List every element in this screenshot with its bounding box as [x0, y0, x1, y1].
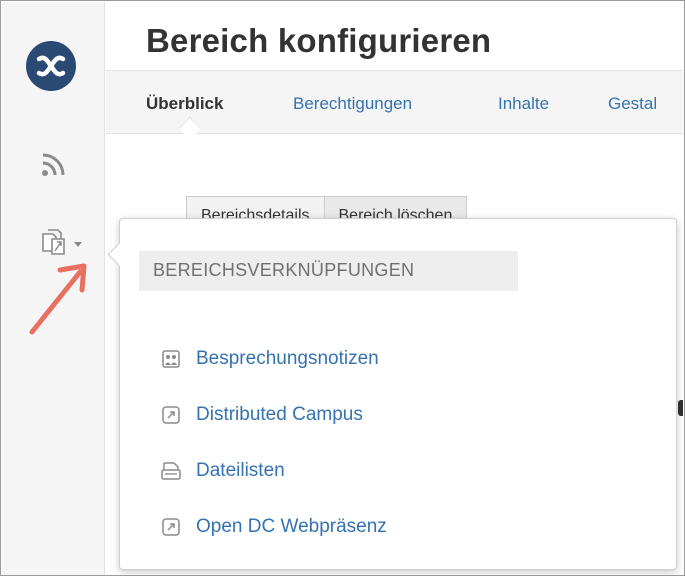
- external-link-icon: [160, 516, 182, 538]
- caret-down-icon: [74, 235, 82, 253]
- link-label[interactable]: Open DC Webpräsenz: [196, 516, 387, 538]
- list-item-distributed-campus[interactable]: Distributed Campus: [160, 387, 387, 443]
- screenshot-frame: Bereich konfigurieren Überblick Berechti…: [0, 0, 685, 576]
- space-links-dropdown: BEREICHSVERKNÜPFUNGEN Besprechungsnotize…: [107, 218, 677, 570]
- tab-overview[interactable]: Überblick: [146, 94, 223, 114]
- rss-feed-icon[interactable]: [40, 150, 68, 178]
- confluence-logo-icon[interactable]: [26, 41, 76, 91]
- link-label[interactable]: Distributed Campus: [196, 404, 363, 426]
- list-item-meeting-notes[interactable]: Besprechungsnotizen: [160, 331, 387, 387]
- list-item-open-dc-website[interactable]: Open DC Webpräsenz: [160, 499, 387, 555]
- scroll-marker: [678, 400, 683, 416]
- space-sidebar: [2, 2, 105, 575]
- list-item-file-lists[interactable]: Dateilisten: [160, 443, 387, 499]
- tab-look-and-feel[interactable]: Gestal: [608, 94, 657, 114]
- space-links-list: Besprechungsnotizen Distributed Campus D…: [160, 331, 387, 555]
- link-label[interactable]: Besprechungsnotizen: [196, 348, 379, 370]
- tab-permissions[interactable]: Berechtigungen: [293, 94, 412, 114]
- meeting-notes-icon: [160, 348, 182, 370]
- external-link-icon: [160, 404, 182, 426]
- dropdown-heading: BEREICHSVERKNÜPFUNGEN: [139, 251, 518, 291]
- tab-content[interactable]: Inhalte: [498, 94, 549, 114]
- annotation-arrow-icon: [24, 252, 104, 342]
- file-list-icon: [160, 460, 182, 482]
- link-label[interactable]: Dateilisten: [196, 460, 285, 482]
- page-title: Bereich konfigurieren: [146, 22, 492, 59]
